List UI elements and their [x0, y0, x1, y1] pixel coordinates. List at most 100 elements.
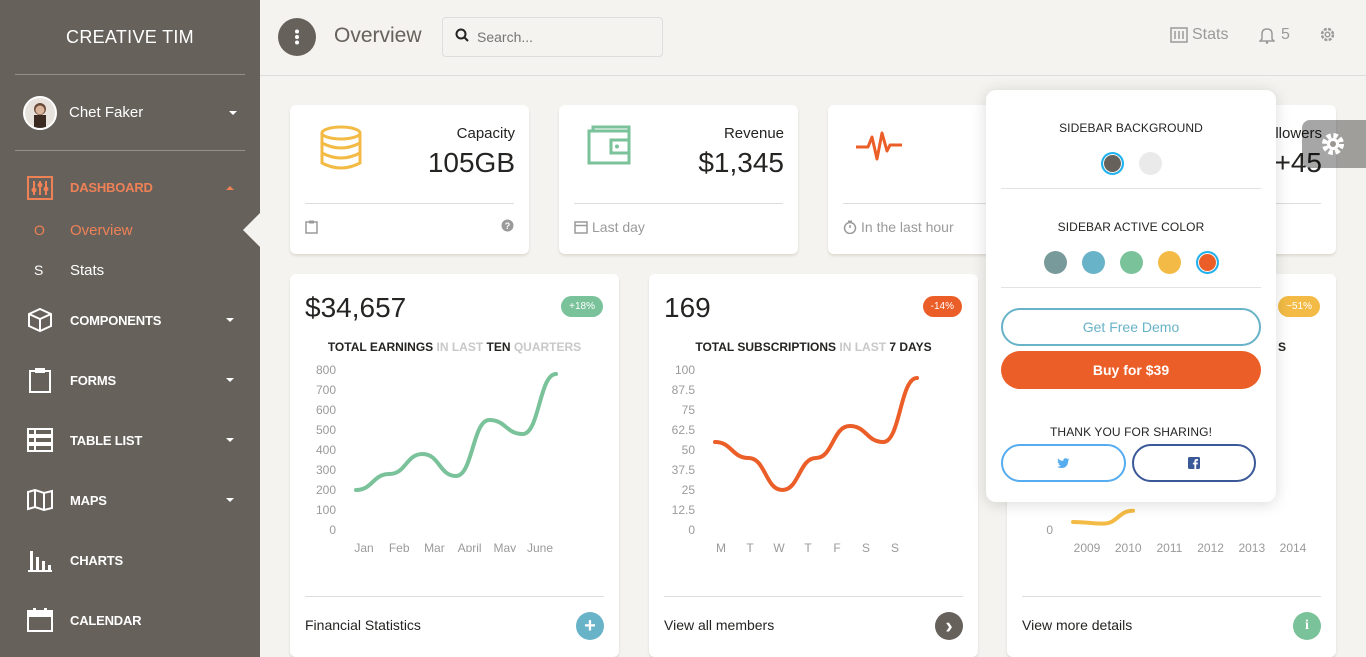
stat-footer-text: In the last hour [861, 219, 954, 235]
share-header: THANK YOU FOR SHARING! [1050, 425, 1212, 439]
page-title: Overview [334, 24, 422, 47]
chevron-down-icon [226, 438, 234, 442]
timer-icon [843, 220, 857, 234]
x-tick-label: Jan [354, 541, 373, 552]
share-buttons [1001, 444, 1256, 482]
change-badge: +18% [561, 296, 603, 317]
x-tick-label: April [458, 541, 482, 552]
twitter-share-button[interactable] [1001, 444, 1126, 482]
x-tick-label: Feb [389, 541, 410, 552]
sidebar-item-charts[interactable]: CHARTS [0, 530, 260, 590]
series-line [354, 372, 558, 492]
chart-icon [26, 546, 54, 574]
chart-footer-label: Financial Statistics [305, 617, 421, 633]
active-color-swatch[interactable] [1043, 251, 1067, 274]
get-free-demo-button[interactable]: Get Free Demo [1001, 308, 1261, 346]
add-button[interactable]: + [576, 612, 604, 640]
divider [1001, 188, 1261, 189]
calendar-icon [26, 606, 54, 634]
sidebar-item-calendar[interactable]: CALENDAR [0, 590, 260, 650]
chevron-down-icon [226, 498, 234, 502]
search-input[interactable] [477, 29, 647, 45]
stat-card-revenue: Revenue $1,345 Last day [559, 105, 798, 254]
avatar [23, 95, 57, 130]
sidebar-item-dashboard[interactable]: DASHBOARD [0, 165, 260, 210]
gear-icon [1322, 133, 1344, 155]
box-icon [26, 306, 54, 334]
active-color-swatch[interactable] [1119, 251, 1143, 274]
chart-title-part: 7 DAYS [886, 340, 932, 354]
svg-text:?: ? [505, 221, 511, 231]
sidebar-item-table-list[interactable]: TABLE LIST [0, 410, 260, 470]
chart-title: TOTAL SUBSCRIPTIONS IN LAST 7 DAYS [649, 340, 978, 354]
x-tick-label: F [833, 541, 840, 552]
x-tick-label: T [746, 541, 754, 552]
y-tick-label: 600 [316, 403, 336, 417]
bell-icon [1259, 27, 1275, 44]
sidebar-item-maps[interactable]: MAPS [0, 470, 260, 530]
stat-card-capacity: Capacity 105GB ? [290, 105, 529, 254]
top-navbar: Overview Stats 5 [260, 0, 1366, 76]
chevron-up-icon [226, 185, 234, 190]
background-color-swatch[interactable] [1138, 152, 1162, 175]
facebook-icon [1187, 457, 1200, 469]
chart-footer: View all members › [664, 596, 963, 640]
y-tick-label: 25 [682, 483, 696, 497]
chevron-down-icon [226, 378, 234, 382]
y-tick-label: 0 [1046, 523, 1053, 537]
stats-link[interactable]: Stats [1170, 26, 1228, 44]
divider [1001, 287, 1261, 288]
chevron-down-icon [226, 318, 234, 322]
help-icon[interactable]: ? [501, 219, 514, 235]
x-tick-label: S [862, 541, 870, 552]
stats-label: Stats [1192, 26, 1229, 43]
notifications-button[interactable]: 5 [1259, 26, 1290, 44]
theme-plugin-panel: SIDEBAR BACKGROUND SIDEBAR ACTIVE COLOR … [986, 90, 1276, 502]
sidebar-item-label: TABLE LIST [70, 432, 143, 448]
y-tick-label: 62.5 [672, 423, 696, 437]
twitter-icon [1056, 457, 1070, 468]
chevron-down-icon [229, 110, 237, 115]
facebook-share-button[interactable] [1131, 444, 1256, 482]
y-tick-label: 100 [316, 503, 336, 517]
active-color-swatch[interactable] [1157, 251, 1181, 274]
chart-footer: Financial Statistics + [305, 596, 604, 640]
active-color-swatch[interactable] [1195, 251, 1219, 274]
minimize-sidebar-button[interactable] [278, 18, 316, 56]
earnings-line-chart: 0 100 200 300 400 500 600 700 800 Jan Feb Mar April M… [316, 363, 558, 552]
sidebar-item-overview[interactable]: O Overview [0, 210, 260, 250]
chart-value: 169 [664, 292, 711, 323]
sidebar: CREATIVE TIM Chet Faker DASHBOARD O Over… [0, 0, 260, 657]
calendar-icon [305, 220, 318, 234]
chart-title-part: TOTAL SUBSCRIPTIONS [695, 340, 840, 354]
active-color-swatch[interactable] [1081, 251, 1105, 274]
background-color-swatch[interactable] [1100, 152, 1124, 175]
x-tick-label: May [493, 541, 516, 552]
search-box [442, 17, 663, 57]
sidebar-nav: DASHBOARD O Overview S Stats COMPONENTS [0, 165, 260, 650]
plugin-toggle[interactable] [1302, 120, 1366, 168]
sidebar-mini-label: S [34, 262, 44, 278]
sidebar-mini-label: O [34, 222, 45, 238]
buy-button[interactable]: Buy for $39 [1001, 351, 1261, 389]
sidebar-item-forms[interactable]: FORMS [0, 350, 260, 410]
map-icon [26, 486, 54, 514]
brand-logo[interactable]: CREATIVE TIM [15, 0, 245, 75]
x-tick-label: 2010 [1115, 541, 1142, 552]
x-tick-label: 2012 [1197, 541, 1224, 552]
sidebar-item-label: FORMS [70, 372, 116, 388]
user-menu[interactable]: Chet Faker [15, 75, 245, 151]
y-tick-label: 700 [316, 383, 336, 397]
arrow-right-button[interactable]: › [935, 612, 963, 640]
sidebar-item-stats[interactable]: S Stats [0, 250, 260, 290]
sidebar-item-components[interactable]: COMPONENTS [0, 290, 260, 350]
background-swatches [986, 152, 1276, 175]
wallet-icon [587, 125, 633, 171]
stat-value: 105GB [427, 147, 515, 178]
settings-button[interactable] [1319, 26, 1336, 43]
stat-footer: ? [305, 203, 514, 235]
y-tick-label: 100 [675, 363, 695, 377]
y-tick-label: 50 [682, 443, 696, 457]
info-button[interactable]: i [1293, 612, 1321, 640]
sidebar-active-header: SIDEBAR ACTIVE COLOR [1057, 220, 1205, 234]
